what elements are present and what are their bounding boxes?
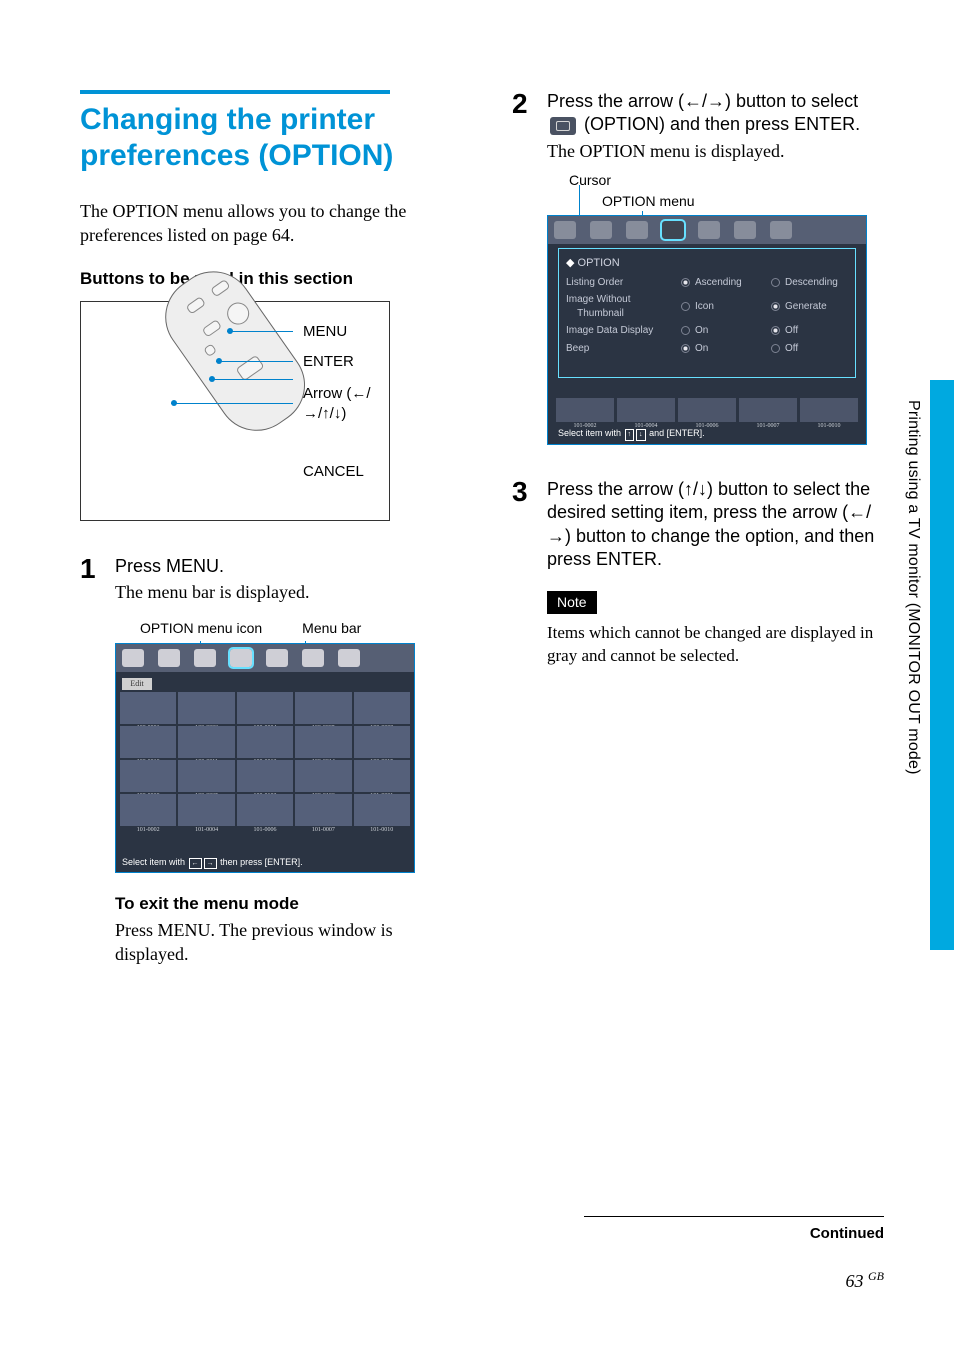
thumbnail: [354, 760, 410, 792]
option-rows: Listing Order Ascending Descending Image…: [566, 274, 852, 358]
label-cursor: Cursor: [569, 171, 894, 190]
continued-label: Continued: [810, 1225, 884, 1242]
screen-footer: Select item with ←→ then press [ENTER].: [122, 856, 303, 869]
step-2: 2 Press the arrow (←/→) button to select…: [512, 90, 894, 470]
menu-icon: [302, 649, 324, 667]
step-number: 1: [80, 555, 100, 967]
row-label: Image Data Display: [566, 324, 681, 338]
thumbnail: [295, 794, 351, 826]
thumbnail: [178, 692, 234, 724]
option-row: Image Data Display On Off: [566, 322, 852, 340]
thumbnail: [178, 726, 234, 758]
label-option-menu: OPTION menu: [602, 192, 894, 211]
thumbnail: [237, 794, 293, 826]
menu-icon: [698, 221, 720, 239]
radio-icon: [681, 326, 690, 335]
buttons-subheading: Buttons to be used in this section: [80, 268, 462, 291]
thumbnail: [295, 692, 351, 724]
label-enter: ENTER: [303, 352, 354, 372]
menu-icon: [266, 649, 288, 667]
thumbnail: [237, 692, 293, 724]
menu-icon: [770, 221, 792, 239]
thumbnail: [800, 398, 858, 422]
side-section-label: Printing using a TV monitor (MONITOR OUT…: [904, 400, 922, 775]
thumbnail: [120, 794, 176, 826]
menu-icon: [626, 221, 648, 239]
step-3: 3 Press the arrow (↑/↓) button to select…: [512, 478, 894, 668]
label-cancel: CANCEL: [303, 462, 364, 482]
thumbnail: [295, 760, 351, 792]
note-label: Note: [547, 591, 597, 614]
radio-icon: [771, 278, 780, 287]
exit-text: Press MENU. The previous window is displ…: [115, 918, 462, 967]
menu-icon: [590, 221, 612, 239]
note-text: Items which cannot be changed are displa…: [547, 622, 894, 668]
menu-icon: [194, 649, 216, 667]
option-row: Listing Order Ascending Descending: [566, 274, 852, 292]
thumbnail: [237, 760, 293, 792]
thumbnail: [354, 794, 410, 826]
exit-heading: To exit the menu mode: [115, 893, 462, 916]
menu-icon: [338, 649, 360, 667]
page-number: 63 GB: [846, 1269, 885, 1292]
menu-bar: [548, 216, 866, 244]
label-arrow: Arrow (←/→/↑/↓): [303, 384, 389, 425]
step-number: 3: [512, 478, 532, 668]
option-icon: [550, 117, 576, 135]
option-menu-icon: [662, 221, 684, 239]
menu-icon: [158, 649, 180, 667]
radio-icon: [771, 302, 780, 311]
label-menu-bar: Menu bar: [302, 619, 361, 638]
step-number: 2: [512, 90, 532, 470]
row-label: Image Without Thumbnail: [566, 293, 681, 320]
thumbnail: [556, 398, 614, 422]
thumbnail: [178, 760, 234, 792]
radio-icon: [681, 302, 690, 311]
step-head: Press the arrow (←/→) button to select (…: [547, 90, 894, 137]
edit-tab: Edit: [122, 678, 152, 690]
step-head: Press the arrow (↑/↓) button to select t…: [547, 478, 894, 572]
screen-edit-thumbnails: Edit: [115, 643, 415, 873]
thumbnail: [739, 398, 797, 422]
step-desc: The menu bar is displayed.: [115, 580, 462, 604]
label-option-icon: OPTION menu icon: [140, 619, 262, 638]
thumbnail: [120, 760, 176, 792]
step-desc: The OPTION menu is displayed.: [547, 139, 894, 163]
row-label: Listing Order: [566, 276, 681, 290]
intro-text: The OPTION menu allows you to change the…: [80, 199, 462, 248]
menu-icon: [734, 221, 756, 239]
menu-icon: [554, 221, 576, 239]
option-row: Beep On Off: [566, 340, 852, 358]
option-title: OPTION: [566, 256, 620, 271]
option-thumbs: [556, 398, 858, 422]
menu-bar: [116, 644, 414, 672]
option-menu-icon: [230, 649, 252, 667]
option-row: Image Without Thumbnail Icon Generate: [566, 291, 852, 322]
thumbnail: [120, 692, 176, 724]
radio-icon: [681, 278, 690, 287]
radio-icon: [771, 326, 780, 335]
menu-icon: [122, 649, 144, 667]
row-label: Beep: [566, 342, 681, 356]
continued-rule: [584, 1216, 884, 1217]
radio-icon: [771, 344, 780, 353]
thumbnail: [295, 726, 351, 758]
radio-icon: [681, 344, 690, 353]
thumbnail: [237, 726, 293, 758]
screen-footer: Select item with ↑↓ and [ENTER].: [558, 427, 705, 440]
step-head: Press MENU.: [115, 555, 462, 578]
thumbnail: [178, 794, 234, 826]
thumbnail: [617, 398, 675, 422]
screen-option-menu: OPTION Listing Order Ascending Descendin…: [547, 215, 867, 445]
label-menu: MENU: [303, 322, 347, 342]
title-rule: [80, 90, 390, 94]
step-1: 1 Press MENU. The menu bar is displayed.…: [80, 555, 462, 967]
page-title: Changing the printer preferences (OPTION…: [80, 102, 462, 174]
thumbnail: [120, 726, 176, 758]
remote-figure: MENU ENTER Arrow (←/→/↑/↓) CANCEL: [80, 301, 390, 521]
thumbnail: [354, 726, 410, 758]
thumbnail: [678, 398, 736, 422]
thumbnail: [354, 692, 410, 724]
side-tab: [930, 380, 954, 950]
